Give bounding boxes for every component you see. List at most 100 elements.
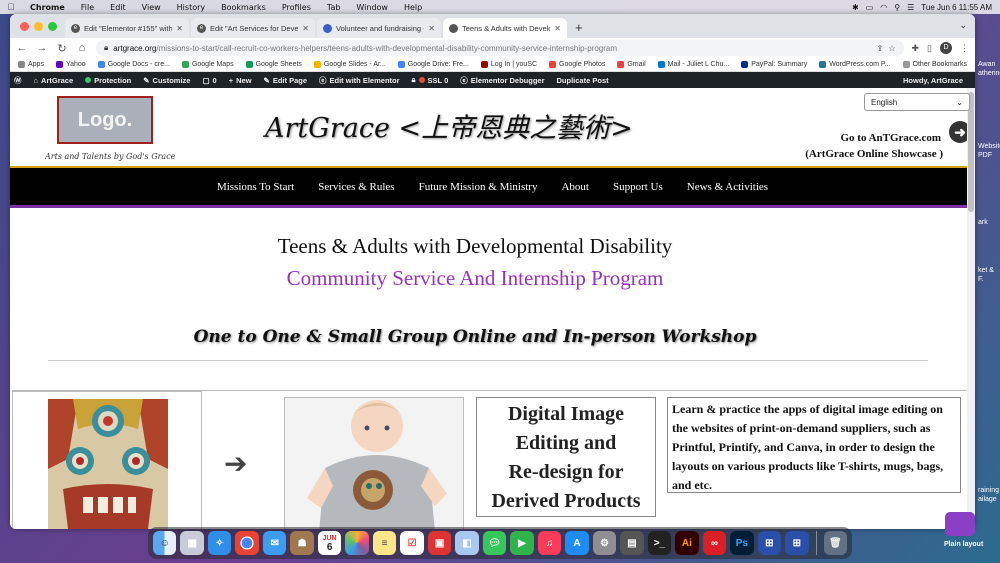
menu-bookmarks[interactable]: Bookmarks bbox=[213, 3, 274, 12]
desktop-label[interactable]: ailage bbox=[978, 495, 997, 504]
bookmark-item[interactable]: Google Sheets bbox=[245, 61, 302, 68]
menu-tab[interactable]: Tab bbox=[319, 3, 349, 12]
bookmark-item[interactable]: Gmail bbox=[617, 61, 646, 68]
control-center-icon[interactable]: ☰ bbox=[907, 3, 914, 12]
wp-protection[interactable]: Protection bbox=[85, 76, 131, 85]
goto-link[interactable]: Go to AnTGrace.com bbox=[840, 132, 941, 144]
page-scrollbar[interactable] bbox=[967, 88, 975, 529]
bookmark-item[interactable]: Google Photos bbox=[549, 61, 605, 68]
bookmark-star-icon[interactable]: ☆ bbox=[888, 44, 895, 53]
reload-icon[interactable]: ↻ bbox=[56, 42, 68, 55]
back-arrow-icon[interactable]: ← bbox=[16, 42, 28, 54]
browser-tab[interactable]: e Edit "Art Services for Develop ✕ bbox=[191, 18, 315, 38]
lock-icon[interactable]: 🔒︎ bbox=[104, 43, 108, 53]
screen-add-icon[interactable]: ⊞ bbox=[757, 531, 782, 555]
nav-news-activities[interactable]: News & Activities bbox=[687, 181, 768, 193]
desktop-label[interactable]: athering bbox=[978, 69, 1000, 78]
menu-clock[interactable]: Tue Jun 6 11:55 AM bbox=[921, 3, 992, 12]
bookmark-item[interactable]: WordPress.com P... bbox=[819, 61, 891, 68]
bookmark-item[interactable]: Mail - Juliet L Chu... bbox=[657, 61, 729, 68]
preview-icon[interactable]: ▣ bbox=[427, 531, 452, 555]
language-select[interactable]: English ⌄ bbox=[864, 93, 970, 111]
finder-icon[interactable]: ☺ bbox=[152, 531, 177, 555]
nav-about[interactable]: About bbox=[561, 181, 589, 193]
desktop-label[interactable]: PDF bbox=[978, 151, 992, 160]
reminders-icon[interactable]: ☑ bbox=[400, 531, 424, 555]
chrome-menu-icon[interactable]: ⋮ bbox=[960, 43, 969, 54]
wp-site-name[interactable]: ⌂ ArtGrace bbox=[34, 76, 74, 85]
desktop-file-icon[interactable] bbox=[945, 512, 975, 536]
mail-icon[interactable]: ✉ bbox=[262, 531, 287, 555]
screen-add-2-icon[interactable]: ⊞ bbox=[785, 531, 809, 555]
battery-icon[interactable]: ▭ bbox=[866, 3, 874, 12]
bookmark-item[interactable]: Google Drive: Fre... bbox=[397, 61, 469, 68]
wp-elementor-debugger[interactable]: ⓔ Elementor Debugger bbox=[460, 75, 544, 86]
wp-duplicate-post[interactable]: Duplicate Post bbox=[557, 76, 609, 85]
terminal-icon[interactable]: >_ bbox=[647, 531, 672, 555]
wp-edit-page[interactable]: ✎ Edit Page bbox=[264, 76, 307, 85]
chrome-icon[interactable] bbox=[235, 531, 259, 555]
desktop-label[interactable]: raining bbox=[978, 486, 999, 495]
nav-missions-to-start[interactable]: Missions To Start bbox=[217, 181, 294, 193]
menu-view[interactable]: View bbox=[134, 3, 169, 12]
desktop-label[interactable]: Website bbox=[978, 142, 1000, 151]
nav-support-us[interactable]: Support Us bbox=[613, 181, 663, 193]
bookmark-item[interactable]: Yahoo bbox=[55, 61, 86, 68]
wifi-icon[interactable]: ◠ bbox=[880, 3, 887, 12]
wp-comments[interactable]: ▢ 0 bbox=[202, 76, 216, 85]
menu-help[interactable]: Help bbox=[396, 3, 430, 12]
browser-tab-active[interactable]: Teens & Adults with Developme ✕ bbox=[443, 18, 567, 38]
bookmark-item[interactable]: Log In | youSC bbox=[480, 61, 537, 68]
photos-icon[interactable] bbox=[345, 531, 369, 555]
close-tab-icon[interactable]: ✕ bbox=[302, 24, 309, 33]
safari-icon[interactable]: ✧ bbox=[207, 531, 232, 555]
wp-edit-elementor[interactable]: ⓔ Edit with Elementor bbox=[319, 75, 400, 86]
photoshop-icon[interactable]: Ps bbox=[730, 531, 754, 555]
wp-howdy[interactable]: Howdy, ArtGrace bbox=[903, 76, 971, 85]
menu-history[interactable]: History bbox=[169, 3, 213, 12]
app-store-icon[interactable]: A bbox=[565, 531, 589, 555]
nav-future-mission[interactable]: Future Mission & Ministry bbox=[419, 181, 538, 193]
browser-tab[interactable]: e Edit "Elementor #155" with Ele ✕ bbox=[65, 18, 189, 38]
music-icon[interactable]: ♫ bbox=[537, 531, 562, 555]
close-tab-icon[interactable]: ✕ bbox=[176, 24, 183, 33]
share-icon[interactable]: ⇪ bbox=[877, 44, 884, 53]
notes-icon[interactable]: ≡ bbox=[372, 531, 397, 555]
wp-customize[interactable]: ✎ Customize bbox=[143, 76, 190, 85]
menu-window[interactable]: Window bbox=[348, 3, 396, 12]
bluetooth-icon[interactable]: ✱ bbox=[852, 3, 859, 12]
apple-menu-icon[interactable]:  bbox=[0, 2, 22, 12]
calendar-icon[interactable]: JUN 6 bbox=[317, 531, 342, 555]
calculator-icon[interactable]: ▤ bbox=[620, 531, 644, 555]
desktop-label[interactable]: ark bbox=[978, 218, 988, 227]
creative-cloud-icon[interactable]: ∞ bbox=[702, 531, 727, 555]
messages-icon[interactable]: 💬︎ bbox=[482, 531, 507, 555]
new-tab-button[interactable]: + bbox=[569, 18, 589, 38]
minimize-window-button[interactable] bbox=[34, 21, 43, 31]
launchpad-icon[interactable]: ▦ bbox=[180, 531, 204, 555]
system-preferences-icon[interactable]: ⚙ bbox=[592, 531, 617, 555]
profile-avatar[interactable]: D bbox=[940, 42, 952, 54]
wp-new[interactable]: + New bbox=[229, 76, 252, 85]
menu-file[interactable]: File bbox=[73, 3, 102, 12]
desktop-label[interactable]: Awan bbox=[978, 60, 995, 69]
bookmark-item[interactable]: Google Docs - cre... bbox=[97, 61, 170, 68]
wp-logo-icon[interactable]: Ⓦ bbox=[14, 75, 22, 86]
zoom-window-button[interactable] bbox=[48, 21, 57, 31]
close-tab-icon[interactable]: ✕ bbox=[554, 24, 561, 33]
other-bookmarks[interactable]: Other Bookmarks bbox=[902, 61, 967, 68]
close-window-button[interactable] bbox=[20, 21, 29, 31]
nav-services-rules[interactable]: Services & Rules bbox=[318, 181, 394, 193]
menu-app-name[interactable]: Chrome bbox=[22, 3, 73, 12]
bookmark-item[interactable]: Google Maps bbox=[181, 61, 234, 68]
illustrator-icon[interactable]: Ai bbox=[675, 531, 699, 555]
bookmark-item[interactable]: Google Slides - Ar... bbox=[313, 61, 386, 68]
menu-edit[interactable]: Edit bbox=[102, 3, 134, 12]
bookmark-item[interactable]: Apps bbox=[18, 61, 44, 68]
desktop-label[interactable]: ket & F. bbox=[978, 266, 1000, 284]
wp-ssl[interactable]: 🔒︎ SSL 0 bbox=[412, 75, 449, 85]
bookmark-item[interactable]: PayPal: Summary bbox=[741, 61, 807, 68]
tab-search-chevron-icon[interactable]: ⌄ bbox=[959, 20, 967, 31]
preview-images-icon[interactable]: ◧ bbox=[455, 531, 479, 555]
trash-icon[interactable]: 🗑︎ bbox=[823, 531, 848, 555]
